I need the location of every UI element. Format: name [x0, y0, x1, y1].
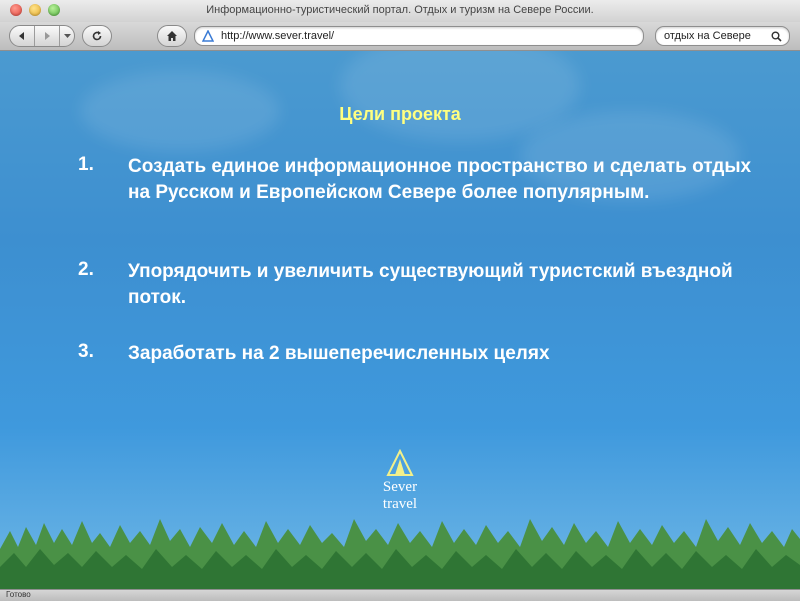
- site-favicon-icon: [201, 29, 215, 43]
- page-content: Цели проекта 1. Создать единое информаци…: [0, 51, 800, 589]
- goal-text: Заработать на 2 вышеперечисленных целях: [128, 343, 550, 364]
- browser-toolbar: http://www.sever.travel/ отдых на Севере: [0, 22, 800, 51]
- home-icon: [167, 31, 177, 41]
- home-button[interactable]: [157, 25, 187, 47]
- history-menu-button[interactable]: [59, 26, 74, 46]
- goal-number: 2.: [78, 259, 94, 280]
- logo-text-line1: Sever: [382, 479, 418, 495]
- forward-arrow-icon: [45, 32, 50, 40]
- back-arrow-icon: [19, 32, 24, 40]
- goal-text: Создать единое информационное пространст…: [128, 156, 752, 203]
- reload-icon: [92, 31, 102, 41]
- goal-item: 3. Заработать на 2 вышеперечисленных цел…: [78, 341, 758, 367]
- goal-number: 1.: [78, 154, 94, 175]
- reload-button[interactable]: [82, 25, 112, 47]
- forest-treeline: [0, 519, 800, 589]
- window-titlebar: Информационно-туристический портал. Отды…: [0, 0, 800, 23]
- search-input[interactable]: отдых на Севере: [664, 30, 769, 42]
- address-bar[interactable]: http://www.sever.travel/: [194, 26, 644, 46]
- status-bar: Готово: [0, 589, 800, 601]
- goal-text: Упорядочить и увеличить существующий тур…: [128, 261, 733, 308]
- sever-travel-logo: Sever travel: [370, 449, 430, 512]
- url-text[interactable]: http://www.sever.travel/: [221, 30, 334, 42]
- search-field[interactable]: отдых на Севере: [655, 26, 790, 46]
- nav-button-group: [9, 25, 75, 47]
- forward-button[interactable]: [34, 26, 59, 46]
- status-text: Готово: [6, 590, 31, 599]
- window-title: Информационно-туристический портал. Отды…: [206, 4, 594, 16]
- back-button[interactable]: [10, 26, 34, 46]
- goal-item: 2. Упорядочить и увеличить существующий …: [78, 259, 758, 310]
- goal-item: 1. Создать единое информационное простра…: [78, 154, 758, 205]
- search-icon[interactable]: [769, 29, 783, 43]
- page-title: Цели проекта: [339, 104, 461, 124]
- tent-logo-icon: [386, 449, 414, 476]
- chevron-down-icon: [63, 34, 71, 38]
- goal-number: 3.: [78, 341, 94, 362]
